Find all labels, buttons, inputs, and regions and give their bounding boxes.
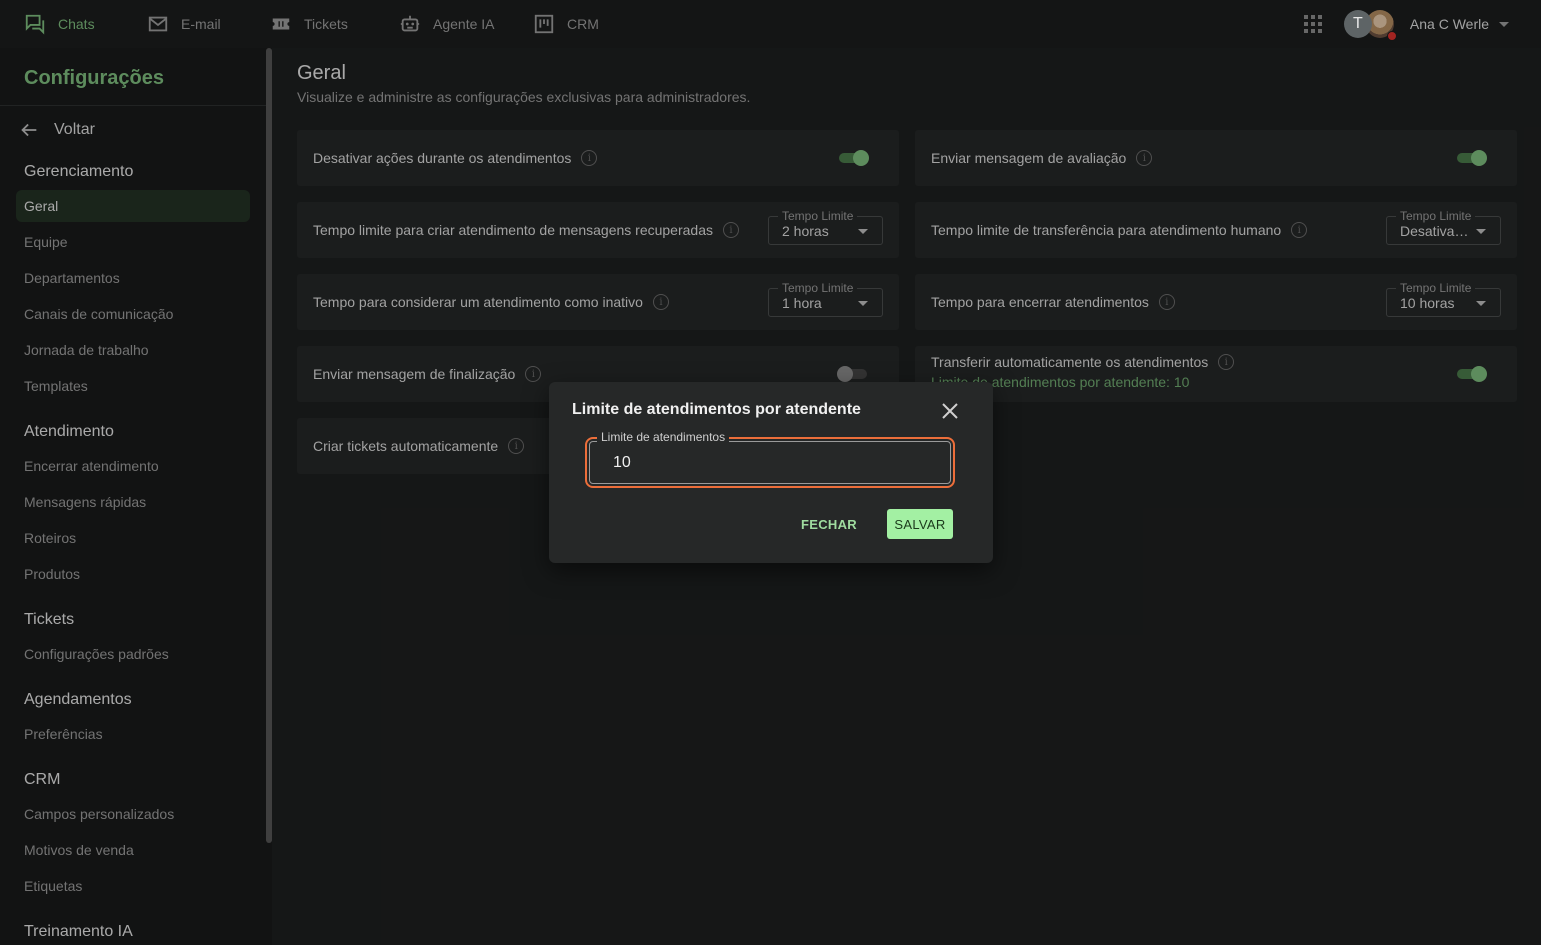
limit-field-label: Limite de atendimentos (597, 430, 730, 444)
dialog-title: Limite de atendimentos por atendente (572, 401, 861, 418)
fechar-button[interactable]: FECHAR (795, 509, 863, 539)
close-icon[interactable] (941, 402, 959, 420)
salvar-button[interactable]: SALVAR (887, 509, 953, 539)
limit-input[interactable] (613, 452, 913, 474)
limit-field: Limite de atendimentos (585, 430, 955, 488)
limit-dialog: Limite de atendimentos por atendente Lim… (549, 382, 993, 563)
avatar-initial[interactable]: T (1343, 10, 1372, 38)
